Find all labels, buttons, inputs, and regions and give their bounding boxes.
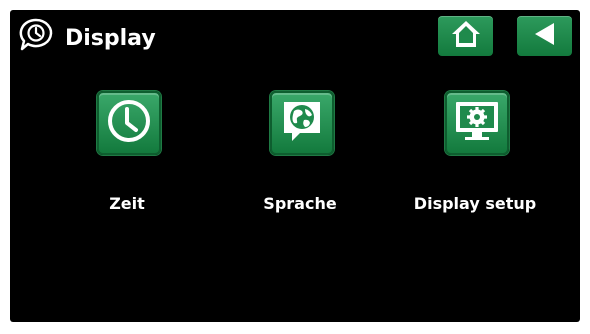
- clock-speech-icon: [18, 18, 56, 52]
- back-arrow-icon: [532, 21, 558, 51]
- globe-speech-icon: [278, 97, 326, 149]
- page-title: Display: [65, 26, 156, 51]
- menu-item-label: Sprache: [263, 194, 337, 213]
- menu-item-label: Zeit: [109, 194, 145, 213]
- menu-item-zeit[interactable]: Zeit: [52, 91, 202, 241]
- back-button[interactable]: [517, 16, 572, 56]
- menu-item-label: Display setup: [413, 194, 537, 213]
- home-icon: [450, 19, 482, 53]
- monitor-gear-icon: [452, 97, 502, 149]
- sprache-tile-button[interactable]: [270, 91, 334, 155]
- clock-icon: [105, 97, 153, 149]
- display-setup-tile-button[interactable]: [445, 91, 509, 155]
- menu-item-display-setup[interactable]: Display setup: [400, 91, 550, 241]
- display-screen: Display Zeit Sprache Display setup: [10, 10, 580, 322]
- zeit-tile-button[interactable]: [97, 91, 161, 155]
- menu-item-sprache[interactable]: Sprache: [225, 91, 375, 241]
- home-button[interactable]: [438, 16, 493, 56]
